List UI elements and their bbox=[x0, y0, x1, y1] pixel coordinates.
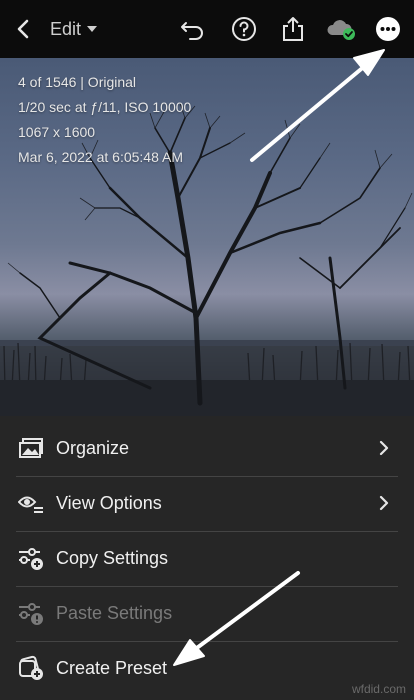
menu-item-copy-settings[interactable]: Copy Settings bbox=[0, 531, 414, 586]
menu-item-paste-settings[interactable]: Paste Settings bbox=[0, 586, 414, 641]
paste-settings-icon bbox=[19, 603, 43, 625]
undo-icon bbox=[181, 22, 203, 40]
view-options-icon bbox=[18, 496, 43, 513]
menu-item-label: Organize bbox=[56, 438, 130, 458]
dimensions-label: 1067 x 1600 bbox=[18, 124, 96, 140]
photo-info-overlay: 4 of 1546 | Original 1/20 sec at ƒ/11, I… bbox=[18, 70, 191, 170]
back-button[interactable] bbox=[8, 12, 38, 46]
menu-item-organize[interactable]: Organize bbox=[0, 421, 414, 476]
edit-mode-label: Edit bbox=[50, 18, 82, 39]
create-preset-icon bbox=[19, 655, 43, 680]
exposure-label: 1/20 sec at ƒ/11, ISO 10000 bbox=[18, 99, 192, 115]
organize-icon bbox=[19, 438, 43, 458]
top-toolbar: Edit bbox=[0, 0, 414, 58]
chevron-right-icon bbox=[379, 440, 389, 456]
cloud-synced-icon bbox=[327, 20, 355, 40]
menu-item-label: Copy Settings bbox=[56, 548, 169, 568]
more-options-menu: Organize View Options Copy Settings Past… bbox=[0, 416, 414, 700]
copy-settings-icon bbox=[19, 548, 43, 570]
photo-count-label: 4 of 1546 | Original bbox=[18, 74, 137, 90]
more-options-button[interactable] bbox=[371, 12, 405, 46]
undo-button[interactable] bbox=[177, 12, 209, 46]
menu-item-label: View Options bbox=[56, 493, 162, 513]
menu-item-label: Create Preset bbox=[56, 658, 168, 678]
help-button[interactable] bbox=[228, 12, 260, 46]
chevron-right-icon bbox=[379, 495, 389, 511]
cloud-sync-button[interactable] bbox=[323, 12, 359, 46]
edit-mode-dropdown[interactable]: Edit bbox=[50, 12, 114, 46]
more-icon bbox=[376, 17, 400, 41]
menu-item-view-options[interactable]: View Options bbox=[0, 476, 414, 531]
chevron-down-icon bbox=[87, 26, 98, 32]
share-button[interactable] bbox=[277, 12, 309, 46]
capture-date-label: Mar 6, 2022 at 6:05:48 AM bbox=[18, 149, 183, 165]
help-icon bbox=[232, 17, 256, 41]
menu-item-label: Paste Settings bbox=[56, 603, 173, 623]
watermark: wfdid.com bbox=[351, 682, 406, 696]
back-icon bbox=[17, 19, 29, 39]
photo-preview[interactable]: 4 of 1546 | Original 1/20 sec at ƒ/11, I… bbox=[0, 58, 414, 416]
share-icon bbox=[283, 17, 303, 41]
